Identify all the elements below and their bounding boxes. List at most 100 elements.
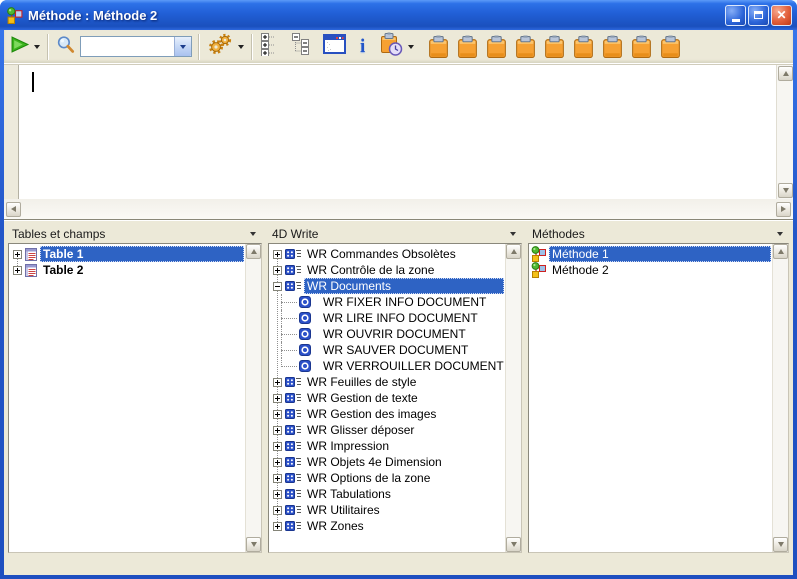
command-icon bbox=[299, 328, 311, 340]
methods-panel-menu-arrow[interactable] bbox=[777, 232, 783, 236]
command-label: WR LIRE INFO DOCUMENT bbox=[320, 310, 481, 326]
theme-label: WR Glisser déposer bbox=[304, 422, 417, 438]
scroll-down-button[interactable] bbox=[246, 537, 261, 552]
clipboard-button[interactable] bbox=[659, 35, 682, 59]
editor-gutter[interactable] bbox=[4, 65, 19, 199]
theme-row[interactable]: WR Feuilles de style bbox=[269, 374, 505, 390]
expander-icon[interactable] bbox=[273, 442, 282, 451]
app-window: Méthode : Méthode 2 ✕ bbox=[0, 0, 797, 579]
clipboard-button[interactable] bbox=[427, 35, 450, 59]
clipboard-history-button[interactable] bbox=[376, 32, 417, 62]
clipboard-button[interactable] bbox=[601, 35, 624, 59]
expander-icon[interactable] bbox=[273, 378, 282, 387]
expander-icon[interactable] bbox=[273, 282, 282, 291]
command-row[interactable]: WR LIRE INFO DOCUMENT bbox=[269, 310, 505, 326]
theme-row[interactable]: WR Zones bbox=[269, 518, 505, 534]
tables-panel-header[interactable]: Tables et champs bbox=[8, 225, 262, 243]
expander-icon[interactable] bbox=[273, 250, 282, 259]
search-button[interactable] bbox=[53, 32, 78, 62]
theme-row[interactable]: WR Options de la zone bbox=[269, 470, 505, 486]
write-panel-menu-arrow[interactable] bbox=[510, 232, 516, 236]
search-input[interactable] bbox=[81, 37, 174, 56]
history-dropdown-caret[interactable] bbox=[408, 45, 414, 49]
clipboard-button[interactable] bbox=[543, 35, 566, 59]
scroll-up-button[interactable] bbox=[506, 244, 521, 259]
scroll-right-button[interactable] bbox=[776, 202, 791, 217]
scroll-up-button[interactable] bbox=[246, 244, 261, 259]
command-row[interactable]: WR VERROUILLER DOCUMENT bbox=[269, 358, 505, 374]
expander-icon[interactable] bbox=[273, 410, 282, 419]
macros-dropdown-caret[interactable] bbox=[238, 45, 244, 49]
expander-icon[interactable] bbox=[13, 266, 22, 275]
expand-all-button[interactable] bbox=[257, 32, 280, 62]
editor-text-area[interactable] bbox=[19, 65, 776, 199]
scroll-up-button[interactable] bbox=[778, 66, 793, 81]
close-button[interactable]: ✕ bbox=[771, 5, 792, 26]
expander-icon[interactable] bbox=[273, 458, 282, 467]
theme-row[interactable]: WR Documents bbox=[269, 278, 505, 294]
theme-label: WR Tabulations bbox=[304, 486, 394, 502]
expander-icon[interactable] bbox=[273, 394, 282, 403]
theme-row[interactable]: WR Gestion des images bbox=[269, 406, 505, 422]
collapse-all-button[interactable] bbox=[288, 32, 314, 62]
command-row[interactable]: WR FIXER INFO DOCUMENT bbox=[269, 294, 505, 310]
method-icon bbox=[6, 7, 24, 24]
theme-row[interactable]: WR Impression bbox=[269, 438, 505, 454]
run-dropdown-caret[interactable] bbox=[34, 45, 40, 49]
combo-dropdown-button[interactable] bbox=[174, 37, 191, 56]
tables-panel-menu-arrow[interactable] bbox=[250, 232, 256, 236]
scroll-down-button[interactable] bbox=[778, 183, 793, 198]
write-list[interactable]: WR Commandes ObsolètesWR Contrôle de la … bbox=[268, 243, 522, 553]
methods-panel-header[interactable]: Méthodes bbox=[528, 225, 789, 243]
clipboard-icon bbox=[456, 46, 479, 63]
minimize-button[interactable] bbox=[725, 5, 746, 26]
run-button[interactable] bbox=[8, 32, 43, 62]
scroll-up-button[interactable] bbox=[773, 244, 788, 259]
editor-horizontal-scrollbar[interactable] bbox=[4, 199, 793, 219]
table-row[interactable]: Table 2 bbox=[9, 262, 245, 278]
clipboard-button[interactable] bbox=[572, 35, 595, 59]
theme-row[interactable]: WR Utilitaires bbox=[269, 502, 505, 518]
clipboard-button[interactable] bbox=[630, 35, 653, 59]
method-row[interactable]: Méthode 2 bbox=[529, 262, 772, 278]
macros-button[interactable] bbox=[204, 32, 247, 62]
code-editor[interactable] bbox=[4, 64, 793, 199]
tables-scrollbar[interactable] bbox=[245, 244, 261, 552]
expander-icon[interactable] bbox=[273, 474, 282, 483]
clipboard-button[interactable] bbox=[514, 35, 537, 59]
expander-icon[interactable] bbox=[273, 266, 282, 275]
theme-row[interactable]: WR Glisser déposer bbox=[269, 422, 505, 438]
command-row[interactable]: WR OUVRIR DOCUMENT bbox=[269, 326, 505, 342]
clipboard-button[interactable] bbox=[456, 35, 479, 59]
theme-row[interactable]: WR Contrôle de la zone bbox=[269, 262, 505, 278]
expander-icon[interactable] bbox=[273, 490, 282, 499]
theme-icon bbox=[285, 457, 301, 468]
clipboard-button[interactable] bbox=[485, 35, 508, 59]
titlebar[interactable]: Méthode : Méthode 2 ✕ bbox=[0, 0, 797, 30]
tables-list[interactable]: Table 1Table 2 bbox=[8, 243, 262, 553]
theme-row[interactable]: WR Tabulations bbox=[269, 486, 505, 502]
tree-line bbox=[269, 326, 299, 342]
expander-icon[interactable] bbox=[273, 522, 282, 531]
method-window-button[interactable] bbox=[320, 32, 349, 62]
method-row[interactable]: Méthode 1 bbox=[529, 246, 772, 262]
theme-row[interactable]: WR Gestion de texte bbox=[269, 390, 505, 406]
expander-icon[interactable] bbox=[13, 250, 22, 259]
scroll-down-button[interactable] bbox=[506, 537, 521, 552]
editor-vertical-scrollbar[interactable] bbox=[776, 65, 793, 199]
theme-row[interactable]: WR Objets 4e Dimension bbox=[269, 454, 505, 470]
write-panel-header[interactable]: 4D Write bbox=[268, 225, 522, 243]
info-button[interactable]: i bbox=[353, 32, 372, 62]
table-row[interactable]: Table 1 bbox=[9, 246, 245, 262]
command-row[interactable]: WR SAUVER DOCUMENT bbox=[269, 342, 505, 358]
search-combobox[interactable] bbox=[80, 36, 192, 57]
scroll-left-button[interactable] bbox=[6, 202, 21, 217]
scroll-down-button[interactable] bbox=[773, 537, 788, 552]
expander-icon[interactable] bbox=[273, 426, 282, 435]
maximize-button[interactable] bbox=[748, 5, 769, 26]
expander-icon[interactable] bbox=[273, 506, 282, 515]
methods-scrollbar[interactable] bbox=[772, 244, 788, 552]
write-scrollbar[interactable] bbox=[505, 244, 521, 552]
methods-list[interactable]: Méthode 1Méthode 2 bbox=[528, 243, 789, 553]
theme-row[interactable]: WR Commandes Obsolètes bbox=[269, 246, 505, 262]
